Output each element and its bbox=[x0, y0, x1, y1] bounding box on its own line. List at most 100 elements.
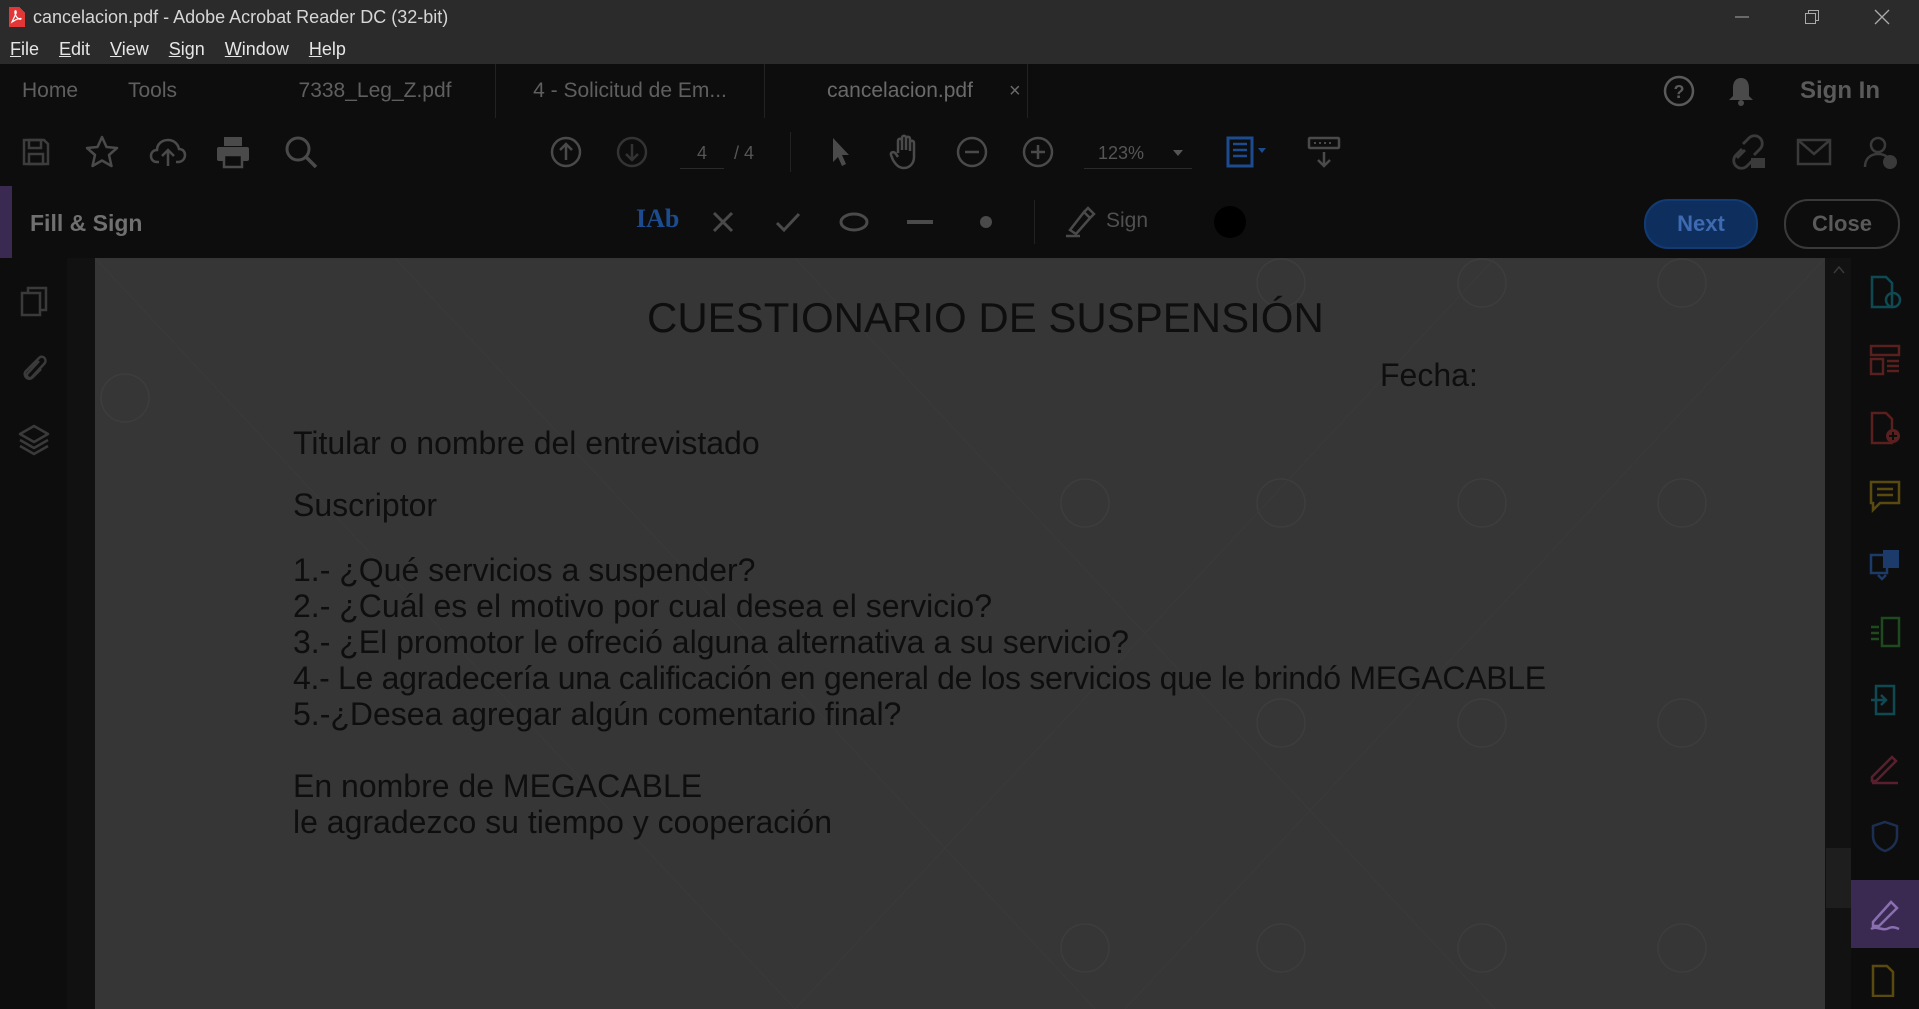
pdf-page[interactable]: CUESTIONARIO DE SUSPENSIÓN Fecha: Titula… bbox=[95, 258, 1825, 1009]
page-thumbnails-icon bbox=[20, 286, 48, 317]
tab-doc-7338[interactable]: 7338_Leg_Z.pdf bbox=[255, 64, 496, 118]
email-button[interactable] bbox=[1794, 132, 1834, 172]
printer-icon bbox=[217, 137, 249, 169]
signature-request-icon bbox=[1870, 755, 1898, 785]
read-mode-button[interactable] bbox=[1304, 132, 1344, 172]
more-tools[interactable] bbox=[1865, 960, 1905, 1000]
menu-view[interactable]: View bbox=[110, 39, 149, 60]
tab-doc-solicitud[interactable]: 4 - Solicitud de Em... bbox=[496, 64, 765, 118]
sign-tool-button[interactable]: Sign bbox=[1064, 204, 1148, 238]
line-tool[interactable] bbox=[900, 202, 940, 242]
hand-tool-button[interactable] bbox=[886, 132, 926, 172]
add-text-tool[interactable]: IAb bbox=[636, 204, 679, 234]
zoom-value: 123% bbox=[1098, 143, 1145, 163]
right-tools-pane bbox=[1851, 258, 1919, 1009]
circle-tool[interactable] bbox=[834, 202, 874, 242]
zoom-out-button[interactable] bbox=[952, 132, 992, 172]
date-label: Fecha: bbox=[1380, 357, 1478, 393]
upload-button[interactable] bbox=[148, 132, 188, 172]
plus-circle-icon bbox=[1022, 136, 1054, 168]
vertical-scrollbar[interactable] bbox=[1826, 258, 1851, 1009]
combine-files-tool[interactable] bbox=[1865, 544, 1905, 584]
save-icon bbox=[22, 138, 50, 166]
minimize-button[interactable] bbox=[1708, 0, 1776, 34]
close-fill-sign-button[interactable]: Close bbox=[1784, 199, 1900, 249]
create-pdf-tool[interactable] bbox=[1865, 408, 1905, 448]
comment-tool[interactable] bbox=[1865, 476, 1905, 516]
send-for-review-tool[interactable] bbox=[1865, 680, 1905, 720]
select-tool-button[interactable] bbox=[820, 132, 860, 172]
scrollbar-thumb[interactable] bbox=[1826, 848, 1851, 908]
closing-line-1: En nombre de MEGACABLE bbox=[293, 768, 703, 804]
fill-sign-accent bbox=[0, 186, 12, 258]
question-1: 1.- ¿Qué servicios a suspender? bbox=[293, 552, 756, 588]
dot-icon bbox=[980, 216, 992, 228]
sign-in-link[interactable]: Sign In bbox=[1800, 64, 1880, 118]
color-picker-swatch[interactable] bbox=[1214, 206, 1246, 238]
arrow-up-circle-icon bbox=[550, 136, 582, 168]
share-link-button[interactable] bbox=[1728, 132, 1768, 172]
next-page-button[interactable] bbox=[612, 132, 652, 172]
help-button[interactable]: ? bbox=[1662, 64, 1696, 118]
menu-file[interactable]: File bbox=[10, 39, 39, 60]
document-heading: CUESTIONARIO DE SUSPENSIÓN bbox=[647, 294, 1324, 341]
send-review-icon bbox=[1871, 684, 1896, 716]
fill-sign-divider bbox=[1034, 200, 1035, 244]
previous-page-button[interactable] bbox=[546, 132, 586, 172]
protect-tool[interactable] bbox=[1865, 816, 1905, 856]
layers-button[interactable] bbox=[14, 420, 54, 460]
print-button[interactable] bbox=[213, 132, 253, 172]
close-window-button[interactable] bbox=[1848, 0, 1916, 34]
search-icon bbox=[285, 136, 318, 169]
organize-pages-tool[interactable] bbox=[1865, 340, 1905, 380]
request-signature-tool[interactable] bbox=[1865, 748, 1905, 788]
tab-close-icon[interactable]: × bbox=[1009, 80, 1021, 103]
arrow-down-circle-icon bbox=[616, 136, 648, 168]
dot-tool[interactable] bbox=[966, 202, 1006, 242]
ellipse-icon bbox=[839, 212, 869, 232]
tab-bar: Home Tools 7338_Leg_Z.pdf 4 - Solicitud … bbox=[0, 64, 1919, 118]
tab-doc-cancelacion[interactable]: cancelacion.pdf × bbox=[765, 64, 1028, 118]
menu-edit[interactable]: Edit bbox=[59, 39, 90, 60]
zoom-in-button[interactable] bbox=[1018, 132, 1058, 172]
fill-sign-tool-active[interactable] bbox=[1851, 880, 1919, 948]
question-5: 5.-¿Desea agregar algún comentario final… bbox=[293, 696, 902, 732]
checkmark-icon bbox=[775, 212, 801, 233]
account-button[interactable] bbox=[1860, 132, 1900, 172]
close-icon bbox=[1874, 9, 1890, 25]
bookmark-button[interactable] bbox=[82, 132, 122, 172]
left-navigation-pane bbox=[0, 258, 83, 1009]
toolbar-divider bbox=[790, 132, 791, 172]
window-title: cancelacion.pdf - Adobe Acrobat Reader D… bbox=[33, 6, 449, 27]
tab-doc-label: cancelacion.pdf bbox=[827, 79, 973, 102]
fill-sign-pen-icon bbox=[1870, 900, 1900, 931]
menu-bar: File Edit View Sign Window Help bbox=[0, 34, 1919, 64]
menu-help[interactable]: Help bbox=[309, 39, 346, 60]
zoom-select[interactable]: 123% bbox=[1084, 138, 1192, 169]
menu-window[interactable]: Window bbox=[225, 39, 289, 60]
export-pdf-icon bbox=[1870, 275, 1902, 309]
menu-sign[interactable]: Sign bbox=[169, 39, 205, 60]
export-pdf-tool[interactable] bbox=[1865, 272, 1905, 312]
tab-doc-label: 4 - Solicitud de Em... bbox=[533, 79, 727, 102]
notifications-button[interactable] bbox=[1726, 64, 1756, 118]
next-button[interactable]: Next bbox=[1644, 199, 1758, 249]
fill-sign-toolbar: Fill & Sign IAb Sign Next Close bbox=[0, 186, 1919, 258]
attachments-button[interactable] bbox=[14, 348, 54, 388]
find-button[interactable] bbox=[281, 132, 321, 172]
tab-tools[interactable]: Tools bbox=[128, 64, 177, 118]
checkmark-tool[interactable] bbox=[768, 202, 808, 242]
field-titular-label: Titular o nombre del entrevistado bbox=[293, 425, 760, 461]
page-number-input[interactable]: 4 bbox=[680, 138, 724, 169]
pointer-arrow-icon bbox=[833, 138, 849, 166]
svg-text:?: ? bbox=[1674, 82, 1685, 102]
edit-pdf-tool[interactable] bbox=[1865, 612, 1905, 652]
save-button[interactable] bbox=[16, 132, 56, 172]
restore-icon bbox=[1805, 10, 1819, 24]
restore-button[interactable] bbox=[1778, 0, 1846, 34]
tab-home[interactable]: Home bbox=[22, 64, 78, 118]
cross-mark-tool[interactable] bbox=[703, 202, 743, 242]
page-thumbnails-button[interactable] bbox=[14, 282, 54, 322]
page-display-button[interactable] bbox=[1222, 132, 1276, 172]
star-icon bbox=[85, 135, 119, 168]
